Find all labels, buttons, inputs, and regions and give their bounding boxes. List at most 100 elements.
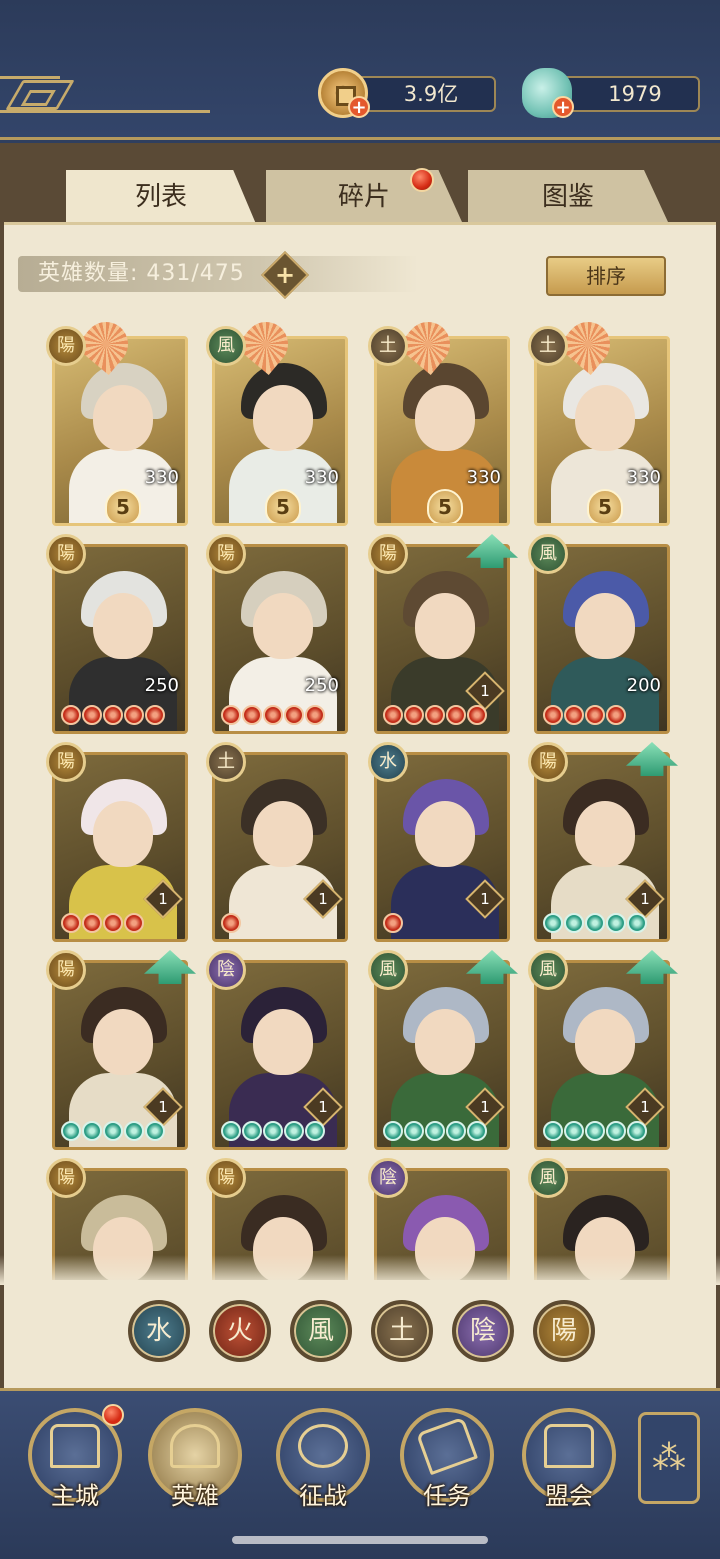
hero-element-badge: 風	[206, 326, 246, 366]
notification-dot	[410, 168, 434, 192]
hero-level: 250	[304, 675, 339, 696]
gem-icon	[305, 705, 325, 725]
gem-icon	[585, 1121, 605, 1141]
hero-portrait-face	[575, 385, 635, 451]
nav-guild[interactable]: 盟会	[520, 1408, 618, 1516]
hero-element-badge: 陽	[206, 534, 246, 574]
gem-icon	[425, 705, 445, 725]
hero-element-badge: 土	[206, 742, 246, 782]
gem-icon	[383, 705, 403, 725]
hero-element-badge: 陰	[368, 1158, 408, 1198]
hero-rank-value: 1	[640, 890, 650, 908]
filter-yang[interactable]: 陽	[533, 1300, 595, 1362]
gem-icon	[543, 705, 563, 725]
hero-portrait-face	[93, 1009, 153, 1075]
gem-icon	[263, 705, 283, 725]
add-jade-button[interactable]: +	[552, 96, 574, 118]
filter-fire[interactable]: 火	[209, 1300, 271, 1362]
gem-icon	[103, 705, 123, 725]
hero-level: 330	[626, 467, 661, 488]
tab-bar: 列表 碎片 图鉴	[0, 170, 720, 224]
gem-icon	[305, 1121, 325, 1141]
nav-campaign[interactable]: 征战	[274, 1408, 372, 1516]
gem-icon	[564, 1121, 584, 1141]
hero-rank-value: 1	[318, 1098, 328, 1116]
hero-portrait-face	[575, 801, 635, 867]
gem-icon	[61, 705, 81, 725]
hero-star-badge: 5	[105, 489, 141, 523]
hero-gem-row	[543, 913, 648, 935]
hero-gem-row	[221, 913, 242, 935]
gem-icon	[404, 1121, 424, 1141]
gem-icon	[606, 705, 626, 725]
gem-icon	[425, 1121, 445, 1141]
hero-portrait-face	[253, 1009, 313, 1075]
hero-element-badge: 陽	[46, 326, 86, 366]
hero-star-badge: 5	[587, 489, 623, 523]
hero-portrait-face	[93, 801, 153, 867]
gem-icon	[82, 1121, 102, 1141]
hero-element-badge: 風	[368, 950, 408, 990]
hero-level: 330	[144, 467, 179, 488]
war-drum-icon	[298, 1424, 348, 1468]
hero-element-badge: 陽	[528, 742, 568, 782]
hero-star-badge: 5	[427, 489, 463, 523]
gem-icon	[383, 913, 403, 933]
hero-element-badge: 陽	[368, 534, 408, 574]
jade-amount: 1979	[608, 82, 662, 106]
hero-count-text: 英雄数量: 431/475	[38, 261, 245, 286]
gem-icon	[585, 913, 605, 933]
hero-portrait-face	[253, 385, 313, 451]
gem-icon	[585, 705, 605, 725]
hero-gem-row	[543, 1121, 648, 1143]
gem-icon	[543, 913, 563, 933]
filter-wind[interactable]: 風	[290, 1300, 352, 1362]
flower-icon: ⁂	[652, 1438, 686, 1478]
gem-icon	[446, 1121, 466, 1141]
nav-label: 盟会	[545, 1482, 593, 1510]
gem-icon	[124, 705, 144, 725]
gem-icon	[124, 1121, 144, 1141]
hero-gem-row	[61, 913, 145, 935]
hero-gem-row	[221, 1121, 326, 1143]
gem-icon	[564, 913, 584, 933]
hero-element-badge: 風	[528, 950, 568, 990]
more-menu-button[interactable]: ⁂	[638, 1412, 700, 1504]
gem-icon	[606, 1121, 626, 1141]
hero-rank-value: 1	[158, 890, 168, 908]
gem-icon	[221, 913, 241, 933]
gem-icon	[467, 705, 487, 725]
hero-portrait-face	[415, 593, 475, 659]
hero-portrait-face	[93, 385, 153, 451]
gem-icon	[61, 913, 81, 933]
hero-rank-value: 1	[318, 890, 328, 908]
hero-rank-value: 1	[480, 890, 490, 908]
filter-yin[interactable]: 陰	[452, 1300, 514, 1362]
filter-earth[interactable]: 土	[371, 1300, 433, 1362]
sort-button[interactable]: 排序	[546, 256, 666, 296]
nav-tasks[interactable]: 任务	[398, 1408, 496, 1516]
gem-icon	[124, 913, 144, 933]
hero-element-badge: 陽	[46, 534, 86, 574]
tab-list[interactable]: 列表	[66, 170, 256, 224]
tab-codex[interactable]: 图鉴	[468, 170, 668, 222]
add-coin-button[interactable]: +	[348, 96, 370, 118]
nav-label: 英雄	[171, 1482, 219, 1510]
palace-icon	[50, 1424, 100, 1468]
decor-line	[0, 76, 60, 79]
home-indicator	[232, 1536, 488, 1544]
hero-grid: 330 5 陽 330 5 風 330 5 土 330 5 土 250 陽 250 陽 1 陽 200 風 1 陽 1 土 1 水…	[0, 318, 720, 1280]
nav-heroes[interactable]: 英雄	[146, 1408, 244, 1516]
filter-water[interactable]: 水	[128, 1300, 190, 1362]
hero-rank-value: 1	[480, 1098, 490, 1116]
hero-level: 330	[466, 467, 501, 488]
hero-portrait-face	[415, 801, 475, 867]
hero-portrait-face	[415, 385, 475, 451]
gem-icon	[606, 913, 626, 933]
gem-icon	[103, 913, 123, 933]
hero-gem-row	[543, 705, 627, 727]
gem-icon	[242, 1121, 262, 1141]
nav-label: 任务	[423, 1482, 471, 1510]
gem-icon	[242, 705, 262, 725]
hero-element-badge: 陰	[206, 950, 246, 990]
